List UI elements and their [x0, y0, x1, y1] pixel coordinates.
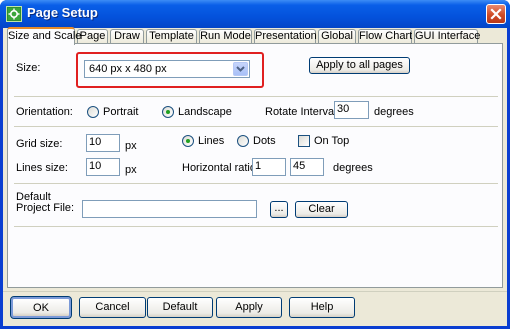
rotate-interval-input[interactable]: 30: [334, 101, 369, 119]
grid-size-unit: px: [125, 140, 137, 152]
orientation-label: Orientation:: [16, 106, 73, 118]
lines-size-label: Lines size:: [16, 162, 68, 174]
rotate-interval-label: Rotate Interval:: [265, 106, 340, 118]
close-icon: [490, 8, 502, 20]
grid-size-input[interactable]: 10: [86, 134, 120, 152]
lines-size-input[interactable]: 10: [86, 158, 120, 176]
size-select-value: 640 px x 480 px: [89, 63, 167, 75]
grid-size-label: Grid size:: [16, 138, 63, 150]
portrait-label: Portrait: [103, 106, 139, 118]
separator: [14, 126, 498, 127]
dots-label: Dots: [253, 135, 276, 147]
close-button[interactable]: [486, 4, 506, 24]
tab-template[interactable]: Template: [146, 29, 197, 44]
cancel-button[interactable]: Cancel: [79, 297, 146, 318]
chevron-down-icon[interactable]: [233, 62, 248, 76]
tab-run-mode[interactable]: Run Mode: [199, 29, 252, 44]
tab-size-and-scale[interactable]: Size and Scale: [7, 27, 81, 45]
page-setup-dialog: Page Setup Size and Scale Page Draw Temp…: [0, 0, 510, 329]
tab-global[interactable]: Global: [318, 29, 356, 44]
title-bar[interactable]: Page Setup: [0, 0, 510, 28]
lines-radio[interactable]: [182, 135, 194, 147]
default-button[interactable]: Default: [147, 297, 213, 318]
tab-presentation[interactable]: Presentation: [254, 29, 317, 44]
on-top-checkbox[interactable]: [298, 135, 310, 147]
apply-to-all-pages-button[interactable]: Apply to all pages: [309, 57, 410, 74]
portrait-radio[interactable]: [87, 106, 99, 118]
separator: [14, 226, 498, 227]
tab-flow-chart[interactable]: Flow Chart: [358, 29, 412, 44]
browse-button[interactable]: ...: [270, 201, 288, 218]
separator: [14, 183, 498, 184]
footer-separator: [3, 291, 507, 292]
horizontal-ratio-unit: degrees: [333, 162, 373, 174]
app-icon: [6, 6, 22, 22]
separator: [14, 96, 498, 97]
horizontal-ratio-a-input[interactable]: 1: [252, 158, 286, 176]
apply-button[interactable]: Apply: [216, 297, 282, 318]
ok-button[interactable]: OK: [10, 296, 72, 319]
tab-page[interactable]: Page: [77, 29, 108, 44]
tab-draw[interactable]: Draw: [110, 29, 144, 44]
lines-size-unit: px: [125, 164, 137, 176]
size-and-scale-panel: Size: 640 px x 480 px Apply to all pages…: [7, 43, 503, 288]
dialog-body: Size and Scale Page Draw Template Run Mo…: [3, 27, 507, 326]
size-label: Size:: [16, 62, 41, 74]
tab-gui-interface[interactable]: GUI Interface: [414, 29, 480, 44]
clear-button[interactable]: Clear: [295, 201, 348, 218]
dots-radio[interactable]: [237, 135, 249, 147]
window-title: Page Setup: [27, 5, 98, 20]
project-file-label: Project File:: [16, 202, 75, 214]
size-select[interactable]: 640 px x 480 px: [84, 60, 250, 78]
landscape-radio[interactable]: [162, 106, 174, 118]
on-top-label: On Top: [314, 135, 350, 147]
lines-label: Lines: [198, 135, 225, 147]
horizontal-ratio-b-input[interactable]: 45: [290, 158, 324, 176]
rotate-unit-label: degrees: [374, 106, 414, 118]
help-button[interactable]: Help: [289, 297, 355, 318]
project-file-input[interactable]: [82, 200, 257, 218]
landscape-label: Landscape: [178, 106, 232, 118]
horizontal-ratio-label: Horizontal ratio:: [182, 162, 260, 174]
